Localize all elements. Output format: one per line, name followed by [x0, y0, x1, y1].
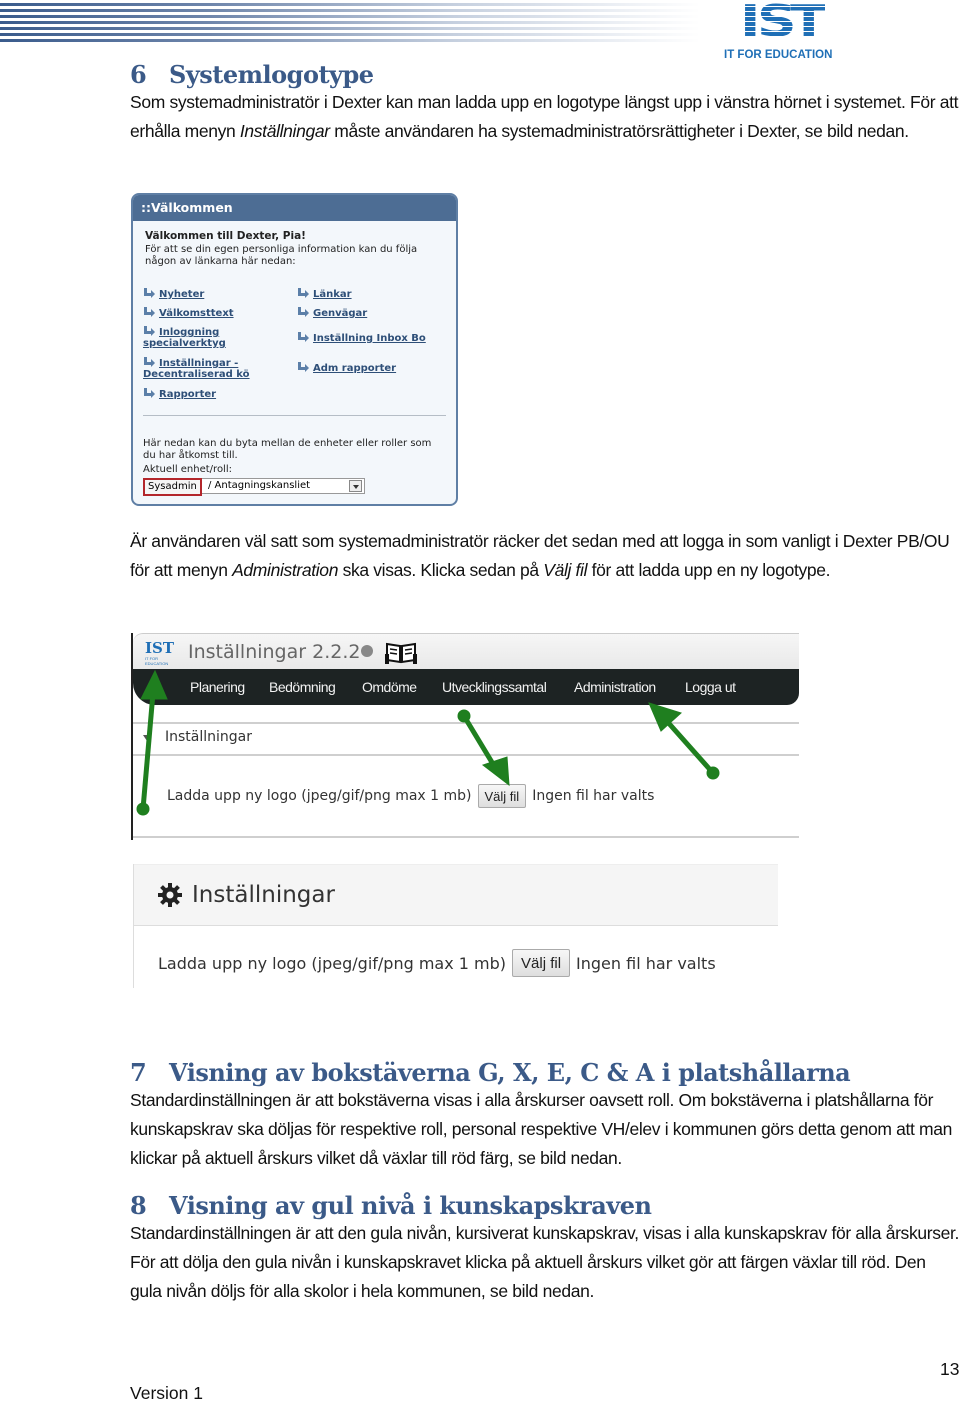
welcome-links: Nyheter Välkomsttext Inloggning specialv… — [143, 281, 453, 406]
section-6-paragraph-2: Är användaren väl satt som systemadminis… — [130, 531, 950, 580]
link-nyheter[interactable]: Nyheter — [143, 288, 204, 300]
welcome-divider — [143, 415, 446, 416]
link-valkomsttext[interactable]: Välkomsttext — [143, 307, 234, 319]
section-6-heading: 6 Systemlogotype — [130, 60, 374, 89]
ist-logo-tagline: IT FOR EDUCATION — [724, 49, 833, 61]
welcome-panel-screenshot: ::Välkommen Välkommen till Dexter, Pia! … — [131, 193, 458, 506]
header-stripes — [0, 0, 700, 48]
link-installningar-decentraliserad-ko[interactable]: Inställningar - Decentraliserad kö — [143, 357, 268, 380]
upload-logo-row: Ladda upp ny logo (jpeg/gif/png max 1 mb… — [167, 784, 654, 808]
caret-down-icon[interactable] — [143, 735, 151, 741]
link-arrow-icon — [298, 332, 309, 342]
nav-administration[interactable]: Administration — [574, 669, 656, 705]
current-role-label: Aktuell enhet/roll: — [143, 464, 232, 475]
link-arrow-icon — [144, 307, 155, 317]
info-icon — [361, 645, 374, 657]
section-7-paragraph: Standardinställningen är att bokstäverna… — [130, 1090, 953, 1168]
welcome-switch-text: Här nedan kan du byta mellan de enheter … — [143, 438, 443, 476]
link-arrow-icon — [144, 388, 155, 398]
app-ist-logo[interactable]: IST IT FOR EDUCATION — [145, 640, 179, 666]
main-nav: Planering Bedömning Omdöme Utvecklingssa… — [133, 669, 799, 705]
divider — [133, 754, 799, 756]
link-arrow-icon — [298, 362, 309, 372]
no-file-status: Ingen fil har valts — [576, 953, 716, 973]
settings-section-header[interactable]: Inställningar — [165, 729, 252, 745]
link-installning-inbox-bo[interactable]: Inställning Inbox Bo — [297, 332, 426, 344]
app-title-bar: IST IT FOR EDUCATION Inställningar 2.2.2 — [133, 633, 799, 669]
settings-title: Inställningar — [192, 882, 335, 908]
version-label: Version 1 — [130, 1383, 203, 1403]
upload-logo-label: Ladda upp ny logo (jpeg/gif/png max 1 mb… — [158, 953, 507, 973]
welcome-intro: För att se din egen personliga informati… — [145, 244, 418, 267]
link-arrow-icon — [298, 288, 309, 298]
choose-file-button[interactable]: Välj fil — [477, 784, 527, 808]
welcome-greeting: Välkommen till Dexter, Pia! — [145, 230, 306, 242]
app-title: Inställningar 2.2.2 — [188, 639, 374, 665]
divider — [133, 722, 799, 724]
link-arrow-icon — [144, 357, 155, 367]
nav-omdome[interactable]: Omdöme — [362, 669, 417, 705]
link-inloggning-specialverktyg[interactable]: Inloggning specialverktyg — [143, 326, 263, 349]
section-8-paragraph: Standardinställningen är att den gula ni… — [130, 1223, 960, 1301]
gear-icon — [158, 883, 182, 907]
section-8-heading: 8 Visning av gul nivå i kunskapskraven — [130, 1191, 652, 1220]
ist-logo: I S T IT FOR EDUCATION — [724, 0, 840, 62]
link-lankar[interactable]: Länkar — [297, 288, 352, 300]
section-7-heading: 7 Visning av bokstäverna G, X, E, C & A i… — [130, 1058, 851, 1087]
upload-logo-label: Ladda upp ny logo (jpeg/gif/png max 1 mb… — [167, 788, 472, 804]
nav-bedomning[interactable]: Bedömning — [269, 669, 336, 705]
choose-file-button[interactable]: Välj fil — [512, 949, 571, 977]
old-settings-screenshot: IST IT FOR EDUCATION Inställningar 2.2.2… — [131, 633, 799, 840]
role-value-highlighted: Sysadmin — [143, 478, 202, 496]
section-6-paragraph-1: Som systemadministratör i Dexter kan man… — [130, 92, 959, 141]
upload-logo-row: Ladda upp ny logo (jpeg/gif/png max 1 mb… — [158, 949, 716, 977]
link-adm-rapporter[interactable]: Adm rapporter — [297, 362, 396, 374]
new-settings-screenshot: Inställningar Ladda upp ny logo (jpeg/gi… — [133, 864, 778, 988]
book-icon — [385, 642, 417, 664]
chevron-down-icon[interactable] — [349, 480, 362, 492]
unit-value: / Antagningskansliet — [208, 480, 311, 491]
link-genvagar[interactable]: Genvägar — [297, 307, 367, 319]
divider — [133, 836, 799, 838]
link-arrow-icon — [298, 307, 309, 317]
ist-logo-letters: I S T — [740, 0, 828, 47]
welcome-panel-header: ::Välkommen — [133, 195, 456, 221]
link-arrow-icon — [144, 326, 155, 336]
link-arrow-icon — [144, 288, 155, 298]
no-file-status: Ingen fil har valts — [532, 788, 655, 804]
settings-header: Inställningar — [134, 864, 778, 926]
nav-planering[interactable]: Planering — [190, 669, 245, 705]
nav-logga-ut[interactable]: Logga ut — [685, 669, 736, 705]
role-select[interactable]: Sysadmin / Antagningskansliet — [143, 478, 365, 496]
page-number: 13 — [940, 1359, 960, 1379]
link-rapporter[interactable]: Rapporter — [143, 388, 216, 400]
nav-utvecklingssamtal[interactable]: Utvecklingssamtal — [442, 669, 547, 705]
arrow-to-administration — [648, 702, 720, 780]
